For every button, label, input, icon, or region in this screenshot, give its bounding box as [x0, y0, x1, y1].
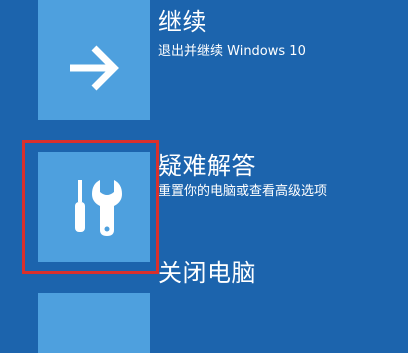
shutdown-tile[interactable]: [38, 293, 150, 353]
selection-highlight: [22, 140, 159, 274]
continue-description: 退出并继续 Windows 10: [158, 44, 306, 59]
continue-title: 继续: [158, 8, 207, 36]
shutdown-title: 关闭电脑: [158, 259, 256, 287]
troubleshoot-description: 重置你的电脑或查看高级选项: [158, 184, 328, 199]
option-continue[interactable]: 继续 退出并继续 Windows 10: [0, 0, 408, 120]
troubleshoot-title: 疑难解答: [158, 152, 256, 180]
option-shutdown[interactable]: 关闭电脑: [0, 259, 408, 353]
continue-tile[interactable]: [38, 0, 150, 120]
arrow-right-icon: [70, 45, 119, 91]
